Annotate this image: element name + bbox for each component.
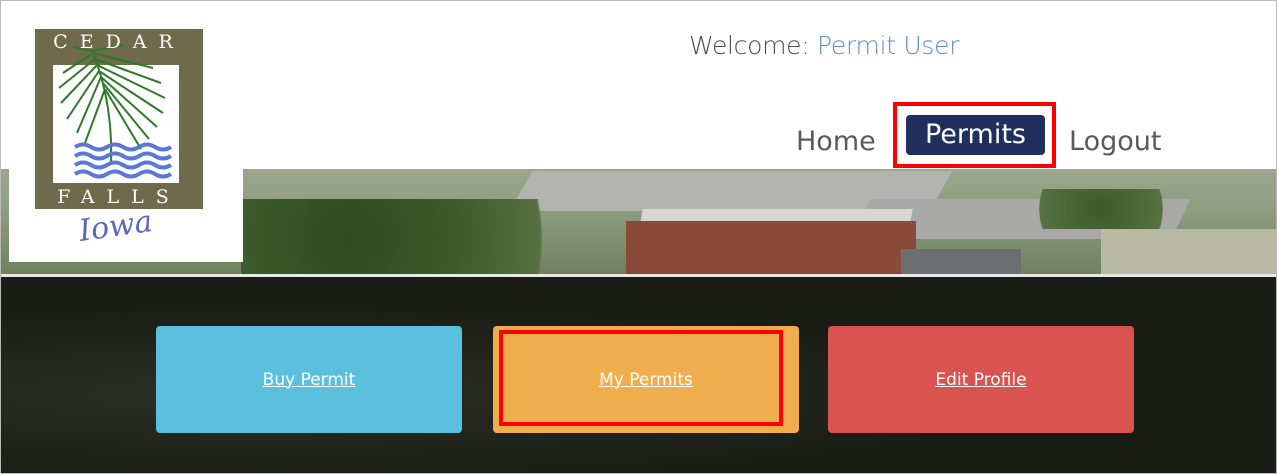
user-name-link[interactable]: Permit User: [817, 31, 959, 60]
nav-home[interactable]: Home: [796, 117, 876, 167]
buy-permit-label[interactable]: Buy Permit: [263, 370, 356, 390]
edit-profile-button[interactable]: Edit Profile: [828, 326, 1134, 433]
edit-profile-label[interactable]: Edit Profile: [935, 370, 1026, 390]
welcome-label: Welcome:: [689, 31, 810, 60]
nav-logout[interactable]: Logout: [1069, 117, 1161, 167]
my-permits-button[interactable]: My Permits: [493, 326, 799, 433]
logo-top-text: CEDAR: [53, 31, 185, 53]
pine-waves-icon: [58, 44, 173, 179]
page-frame: CEDAR FALLS Iowa Welcome: Permit User Ho…: [0, 0, 1277, 474]
buy-permit-button[interactable]: Buy Permit: [156, 326, 462, 433]
my-permits-label[interactable]: My Permits: [599, 370, 693, 390]
city-logo[interactable]: CEDAR FALLS Iowa: [9, 9, 243, 262]
logo-bottom-text: FALLS: [57, 186, 181, 208]
logo-script-text: Iowa: [76, 204, 155, 249]
permits-highlight-box: Permits: [893, 102, 1056, 168]
nav-permits[interactable]: Permits: [906, 115, 1045, 155]
welcome-message: Welcome: Permit User: [689, 31, 959, 60]
